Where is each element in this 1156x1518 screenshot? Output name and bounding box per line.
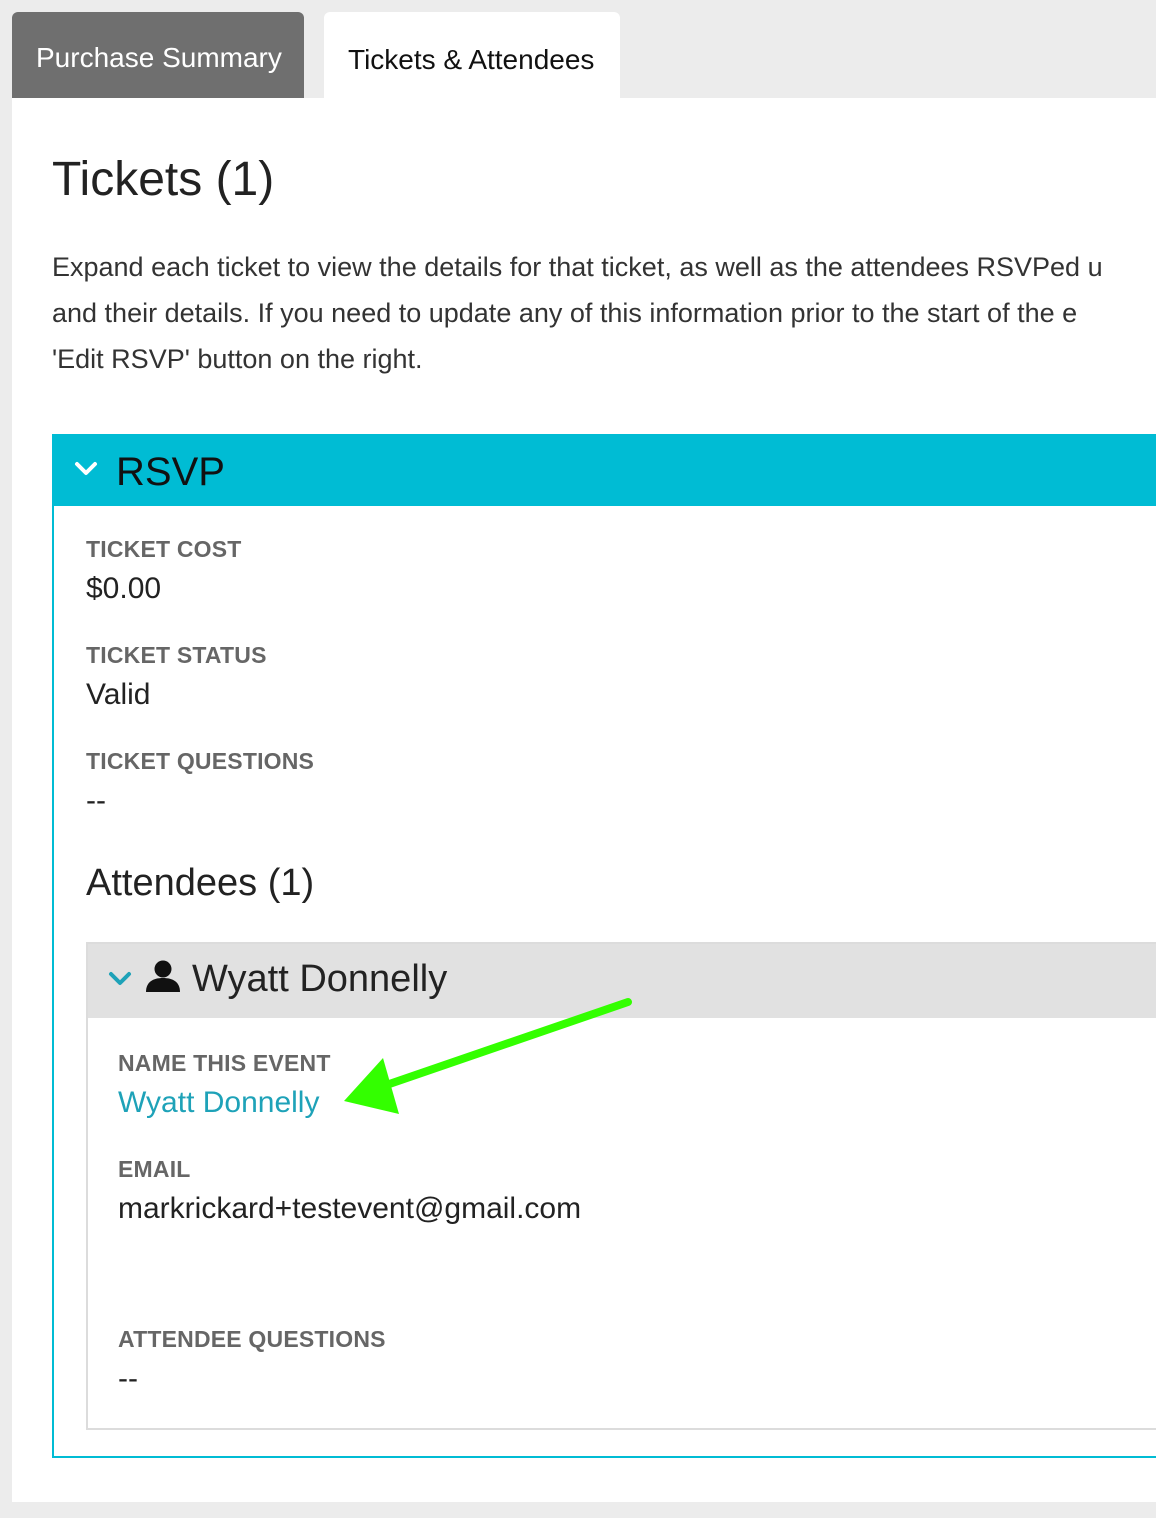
chevron-down-icon xyxy=(74,460,98,483)
tickets-panel: Tickets (1) Expand each ticket to view t… xyxy=(12,98,1156,1502)
ticket-status-value: Valid xyxy=(86,678,151,711)
intro-line: 'Edit RSVP' button on the right. xyxy=(52,344,423,374)
attendee-card: Wyatt Donnelly NAME THIS EVENT Wyatt Don… xyxy=(86,942,1156,1430)
attendee-questions-value: -- xyxy=(118,1362,138,1395)
ticket-header-toggle[interactable]: RSVP xyxy=(54,436,1156,506)
ticket-card: RSVP TICKET COST $0.00 TICKET STATUS Val… xyxy=(52,434,1156,1458)
attendees-title: Attendees (1) xyxy=(86,862,315,904)
ticket-questions-label: TICKET QUESTIONS xyxy=(86,748,315,774)
email-label: EMAIL xyxy=(118,1156,191,1182)
ticket-cost-value: $0.00 xyxy=(86,572,162,605)
chevron-down-icon xyxy=(108,970,132,993)
person-icon xyxy=(144,958,182,999)
tab-bar: Purchase Summary Tickets & Attendees xyxy=(12,12,1156,98)
email-value: markrickard+testevent@gmail.com xyxy=(118,1192,582,1225)
page-title: Tickets (1) xyxy=(52,153,275,206)
tab-purchase-summary[interactable]: Purchase Summary xyxy=(12,12,304,98)
intro-line: Expand each ticket to view the details f… xyxy=(52,252,1103,282)
ticket-name: RSVP xyxy=(116,450,225,494)
intro-text: Expand each ticket to view the details f… xyxy=(52,244,1156,382)
attendee-questions-label: ATTENDEE QUESTIONS xyxy=(118,1326,386,1352)
intro-line: and their details. If you need to update… xyxy=(52,298,1078,328)
attendee-header-toggle[interactable]: Wyatt Donnelly xyxy=(88,944,1156,1018)
tab-tickets-attendees[interactable]: Tickets & Attendees xyxy=(324,12,620,98)
name-this-event-label: NAME THIS EVENT xyxy=(118,1050,331,1076)
attendee-name: Wyatt Donnelly xyxy=(192,958,448,1000)
ticket-cost-label: TICKET COST xyxy=(86,536,242,562)
ticket-questions-value: -- xyxy=(86,784,106,817)
ticket-status-label: TICKET STATUS xyxy=(86,642,267,668)
name-this-event-value[interactable]: Wyatt Donnelly xyxy=(118,1088,319,1118)
